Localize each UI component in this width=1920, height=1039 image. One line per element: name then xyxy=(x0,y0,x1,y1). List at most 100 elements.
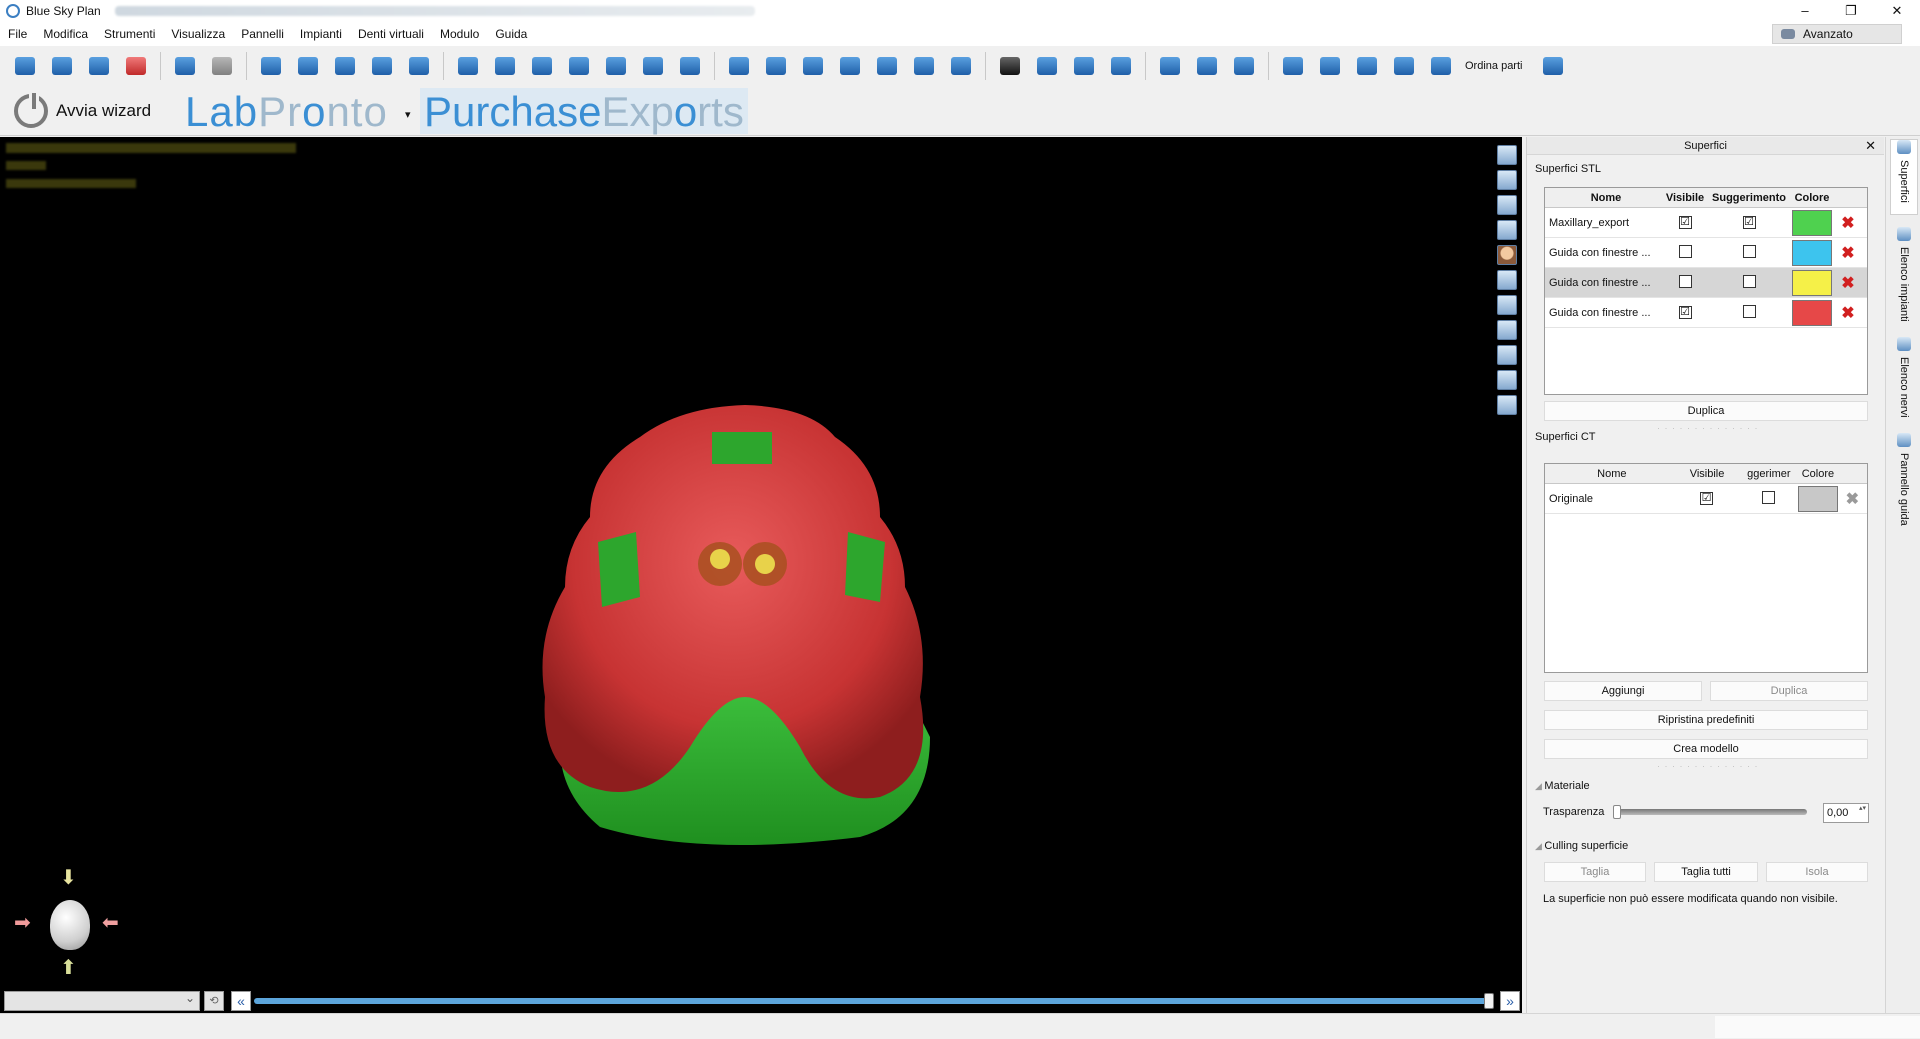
grid-icon[interactable] xyxy=(1497,320,1517,340)
create-model-button[interactable]: Crea modello xyxy=(1544,739,1868,759)
camera-icon[interactable] xyxy=(1497,395,1517,415)
menu-strumenti[interactable]: Strumenti xyxy=(104,27,155,41)
delete-icon[interactable]: ✖ xyxy=(1841,305,1854,322)
delete-icon[interactable]: ✖ xyxy=(1841,215,1854,232)
color-swatch[interactable] xyxy=(1792,239,1832,266)
splitter[interactable]: · · · · · · · · · · · · · · xyxy=(1657,423,1758,433)
ruler-icon[interactable] xyxy=(492,53,518,79)
cut-button[interactable]: Taglia xyxy=(1544,862,1646,882)
magnifier-icon[interactable] xyxy=(369,53,395,79)
transparency-spinbox[interactable]: 0,00 xyxy=(1823,803,1869,823)
visible-checkbox[interactable] xyxy=(1678,244,1692,258)
redo-icon[interactable] xyxy=(209,53,235,79)
menu-guida[interactable]: Guida xyxy=(495,27,527,41)
implant-screw-icon[interactable] xyxy=(763,53,789,79)
zoom-icon[interactable] xyxy=(1071,53,1097,79)
restore-defaults-button[interactable]: Ripristina predefiniti xyxy=(1544,710,1868,730)
duplicate-ct-button[interactable]: Duplica xyxy=(1710,681,1868,701)
slices-icon[interactable] xyxy=(295,53,321,79)
settings-list-icon[interactable] xyxy=(677,53,703,79)
curve-icon[interactable] xyxy=(406,53,432,79)
mode-selector[interactable]: Avanzato xyxy=(1772,24,1902,44)
menu-file[interactable]: File xyxy=(8,27,27,41)
delete-icon[interactable]: ✖ xyxy=(1846,491,1859,508)
add-ct-button[interactable]: Aggiungi xyxy=(1544,681,1702,701)
view-icon[interactable] xyxy=(1497,195,1517,215)
timeline-slider-handle[interactable] xyxy=(1484,993,1494,1009)
menu-impianti[interactable]: Impianti xyxy=(300,27,342,41)
cut-all-button[interactable]: Taglia tutti xyxy=(1654,862,1758,882)
cloud-icon[interactable] xyxy=(1391,53,1417,79)
arrow-up-icon[interactable]: ⬆ xyxy=(60,955,77,980)
close-window-button[interactable]: ✕ xyxy=(1874,0,1920,22)
tab-elenco-nervi[interactable]: Elenco nervi xyxy=(1890,337,1918,423)
menu-modifica[interactable]: Modifica xyxy=(43,27,88,41)
table-row[interactable]: Guida con finestre ... ✖ xyxy=(1545,238,1867,268)
arch-icon[interactable] xyxy=(455,53,481,79)
view-icon[interactable] xyxy=(1497,270,1517,290)
save-icon[interactable] xyxy=(86,53,112,79)
color-swatch[interactable] xyxy=(1792,269,1832,296)
tab-elenco-impianti[interactable]: Elenco impianti xyxy=(1890,227,1918,327)
table-row[interactable]: Guida con finestre ... ☑ ✖ xyxy=(1545,298,1867,328)
minimize-button[interactable]: – xyxy=(1782,0,1828,22)
previous-icon[interactable]: « xyxy=(231,991,251,1011)
contrast-icon[interactable] xyxy=(997,53,1023,79)
view-icon[interactable] xyxy=(1497,370,1517,390)
close-icon[interactable]: ✕ xyxy=(1865,137,1876,155)
open-icon[interactable] xyxy=(12,53,38,79)
histogram-icon[interactable] xyxy=(1157,53,1183,79)
tab-superfici[interactable]: Superfici xyxy=(1890,139,1918,215)
order-parts-label[interactable]: Ordina parti xyxy=(1465,60,1522,72)
sleeve-icon[interactable] xyxy=(874,53,900,79)
measure-icon[interactable] xyxy=(529,53,555,79)
menu-visualizza[interactable]: Visualizza xyxy=(171,27,225,41)
hint-checkbox[interactable] xyxy=(1742,304,1756,318)
cart-icon[interactable] xyxy=(1428,53,1454,79)
splitter[interactable]: · · · · · · · · · · · · · · xyxy=(1657,761,1758,771)
reset-icon[interactable]: ⟲ xyxy=(204,991,224,1011)
delete-icon[interactable]: ✖ xyxy=(1841,275,1854,292)
visible-checkbox[interactable]: ☑ xyxy=(1678,216,1692,229)
culling-expander[interactable]: Culling superficie xyxy=(1535,840,1628,852)
tab-pannello-guida[interactable]: Pannello guida xyxy=(1890,433,1918,529)
isolate-button[interactable]: Isola xyxy=(1766,862,1868,882)
view-icon[interactable] xyxy=(1497,145,1517,165)
table-row[interactable]: Originale ☑ ✖ xyxy=(1545,484,1867,514)
hint-checkbox[interactable] xyxy=(1742,244,1756,258)
table-row[interactable]: Maxillary_export ☑ ☑ ✖ xyxy=(1545,208,1867,238)
close-project-icon[interactable] xyxy=(123,53,149,79)
visible-checkbox[interactable]: ☑ xyxy=(1678,306,1692,319)
next-icon[interactable]: » xyxy=(1500,991,1520,1011)
view-icon[interactable] xyxy=(1497,170,1517,190)
protractor-icon[interactable] xyxy=(1231,53,1257,79)
color-swatch[interactable] xyxy=(1797,485,1838,512)
hint-checkbox[interactable] xyxy=(1742,274,1756,288)
labpronto-logo[interactable]: LabPronto xyxy=(185,88,388,136)
head-orientation-icon[interactable] xyxy=(50,900,90,950)
menu-modulo[interactable]: Modulo xyxy=(440,27,479,41)
orientation-navigator[interactable]: ⬇ ➡ ⬅ ⬆ xyxy=(14,865,124,979)
duplicate-stl-button[interactable]: Duplica xyxy=(1544,401,1868,421)
hint-checkbox[interactable] xyxy=(1761,490,1775,504)
arrow-left-icon[interactable]: ⬅ xyxy=(102,910,119,935)
color-swatch[interactable] xyxy=(1792,299,1832,326)
3d-viewport[interactable]: ⬇ ➡ ⬅ ⬆ xyxy=(0,137,1522,1013)
rotate-icon[interactable] xyxy=(1034,53,1060,79)
upload-cloud-icon[interactable] xyxy=(1354,53,1380,79)
model-icon[interactable] xyxy=(800,53,826,79)
labpronto-dropdown-icon[interactable]: ▾ xyxy=(405,108,411,121)
view-combobox[interactable] xyxy=(4,991,200,1011)
spiral-icon[interactable] xyxy=(1280,53,1306,79)
menu-pannelli[interactable]: Pannelli xyxy=(241,27,284,41)
annotation-icon[interactable] xyxy=(1497,295,1517,315)
transparency-slider[interactable] xyxy=(1617,809,1807,815)
material-expander[interactable]: Materiale xyxy=(1535,780,1589,792)
timeline-slider[interactable] xyxy=(254,998,1494,1004)
tape-icon[interactable] xyxy=(1194,53,1220,79)
visible-checkbox[interactable]: ☑ xyxy=(1700,492,1714,505)
dental-model[interactable] xyxy=(0,137,1522,1013)
purchase-exports-logo[interactable]: PurchaseExports xyxy=(420,88,748,135)
hint-checkbox[interactable]: ☑ xyxy=(1742,216,1756,229)
start-wizard-button[interactable]: Avvia wizard xyxy=(14,90,151,128)
